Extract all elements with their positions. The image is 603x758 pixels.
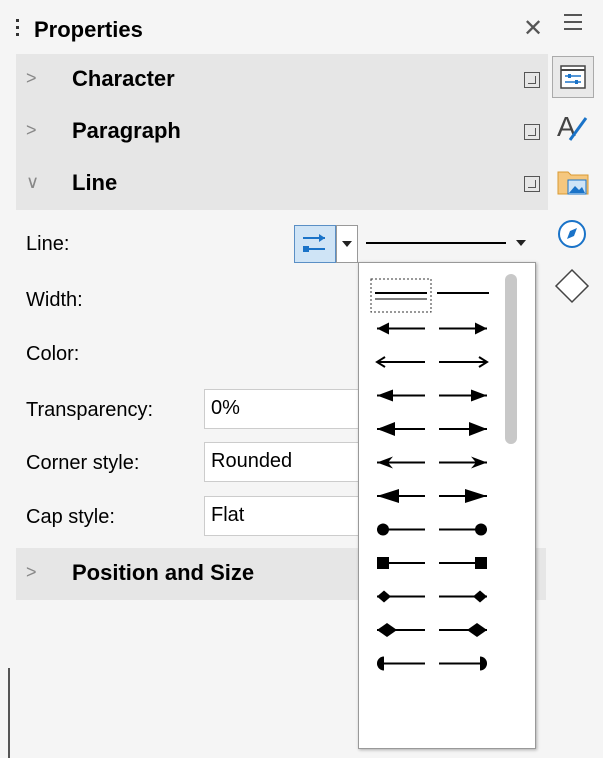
arrow-style-option-9-start[interactable] (377, 590, 425, 603)
arrow-style-option-1-end[interactable] (439, 322, 487, 335)
arrow-style-option-11-start[interactable] (377, 656, 425, 671)
cap-style-value: Flat (211, 504, 245, 526)
transparency-value: 0% (211, 397, 240, 419)
arrow-style-option-6-end[interactable] (439, 489, 487, 503)
navigator-icon (558, 220, 586, 248)
chevron-down-icon (516, 240, 526, 246)
line-style-preview (366, 242, 506, 244)
tab-shapes[interactable] (552, 266, 592, 306)
more-options-icon[interactable] (524, 72, 540, 88)
section-label: Paragraph (72, 118, 181, 143)
section-line[interactable]: ∨ Line (16, 158, 548, 210)
arrow-style-option-10-start[interactable] (377, 623, 425, 637)
section-label: Position and Size (72, 560, 255, 585)
styles-icon: A (557, 111, 588, 142)
corner-style-select[interactable]: Rounded (204, 442, 365, 482)
arrow-style-option-4-start[interactable] (377, 422, 425, 436)
transparency-field[interactable]: 0% (204, 389, 365, 429)
panel-title: Properties (34, 17, 143, 42)
section-paragraph[interactable]: > Paragraph (16, 106, 548, 158)
arrow-style-option-4-end[interactable] (439, 422, 487, 436)
more-options-icon[interactable] (524, 124, 540, 140)
properties-icon (560, 65, 586, 89)
color-label: Color: (26, 343, 80, 365)
arrow-style-option-9-end[interactable] (439, 590, 487, 603)
popup-scrollbar[interactable] (505, 274, 517, 444)
tab-styles[interactable]: A (552, 106, 592, 146)
corner-style-label: Corner style: (26, 452, 140, 474)
corner-style-value: Rounded (211, 450, 293, 472)
shapes-icon (554, 268, 590, 304)
arrow-style-option-8-end[interactable] (439, 557, 487, 569)
drag-grip-icon[interactable] (16, 19, 20, 41)
chevron-right-icon[interactable]: > (26, 562, 37, 583)
arrow-style-option-3-end[interactable] (439, 389, 487, 402)
arrow-style-option-1-start[interactable] (377, 322, 425, 335)
arrow-style-option-7-end[interactable] (439, 523, 487, 536)
more-options-icon[interactable] (524, 176, 540, 192)
hamburger-menu-icon[interactable] (564, 14, 582, 30)
arrow-style-button[interactable] (294, 225, 336, 263)
tab-navigator[interactable] (552, 214, 592, 254)
sidebar-tabbar: A (548, 0, 603, 758)
arrow-style-option-3-start[interactable] (377, 389, 425, 402)
arrow-style-option-0-start[interactable] (370, 278, 432, 313)
arrow-style-option-8-start[interactable] (377, 557, 425, 569)
panel-divider (8, 668, 10, 758)
section-character[interactable]: > Character (16, 54, 548, 106)
arrow-style-option-5-end[interactable] (439, 456, 487, 469)
section-label: Character (72, 66, 175, 91)
arrow-style-option-2-start[interactable] (375, 356, 425, 368)
arrow-style-option-7-start[interactable] (377, 523, 425, 536)
panel-titlebar: Properties ✕ (0, 0, 548, 60)
arrow-style-option-5-start[interactable] (377, 456, 425, 469)
tab-properties[interactable] (552, 56, 594, 98)
section-label: Line (72, 170, 118, 195)
arrow-style-option-10-end[interactable] (439, 623, 487, 637)
chevron-right-icon[interactable]: > (26, 120, 37, 141)
arrow-style-option-11-end[interactable] (439, 656, 487, 671)
cap-style-label: Cap style: (26, 506, 115, 528)
arrow-style-dropdown[interactable] (336, 225, 358, 263)
line-style-label: Line: (26, 233, 70, 255)
cap-style-select[interactable]: Flat (204, 496, 365, 536)
tab-gallery[interactable] (552, 160, 592, 200)
arrow-style-option-2-end[interactable] (439, 356, 489, 368)
chevron-right-icon[interactable]: > (26, 68, 37, 89)
line-style-dropdown[interactable] (364, 225, 526, 261)
arrow-style-icon (303, 234, 325, 252)
transparency-label: Transparency: (26, 399, 154, 421)
arrow-style-option-6-start[interactable] (377, 489, 425, 503)
width-label: Width: (26, 289, 83, 311)
chevron-down-icon[interactable]: ∨ (26, 172, 39, 193)
close-icon[interactable]: ✕ (523, 14, 543, 43)
gallery-icon (557, 171, 589, 195)
